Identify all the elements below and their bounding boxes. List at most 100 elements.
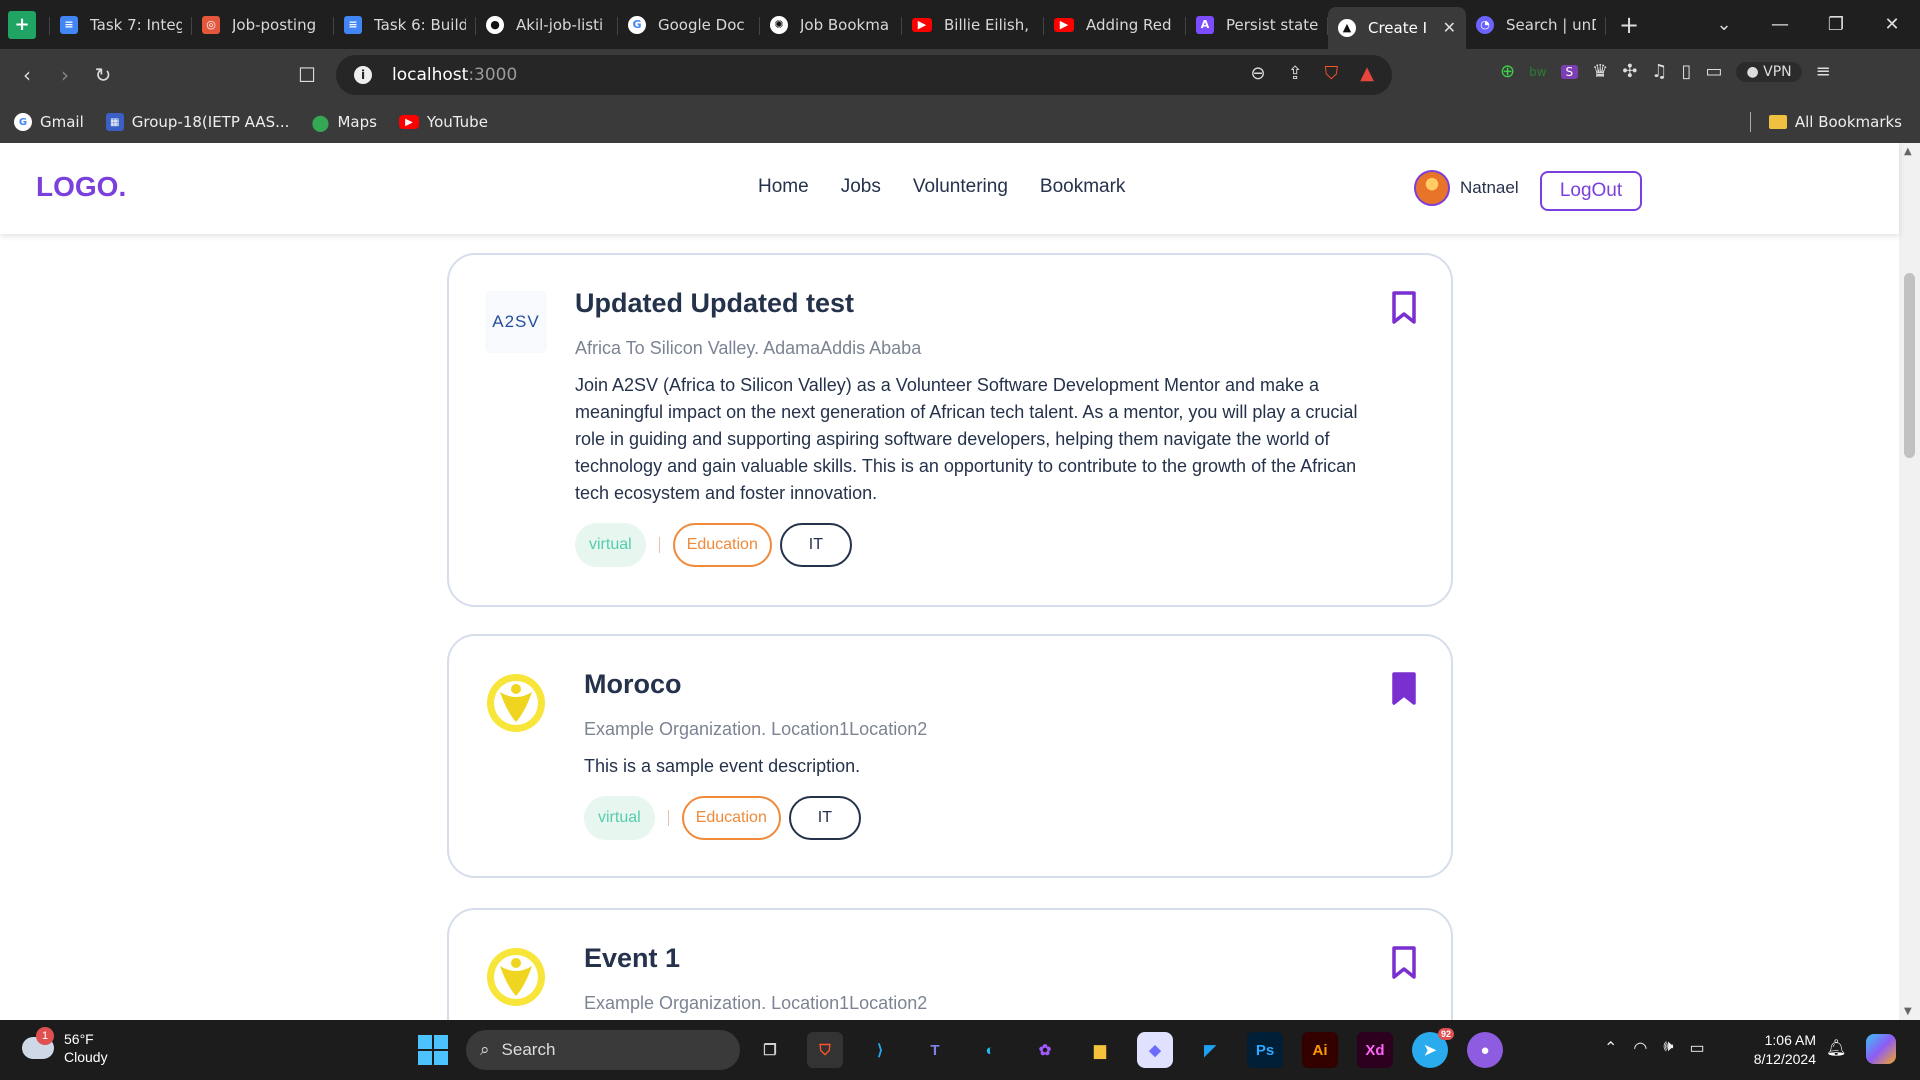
extension-s-icon[interactable]: S — [1560, 64, 1579, 79]
taskbar-search[interactable]: ⌕ Search — [466, 1030, 740, 1070]
vscode-icon[interactable]: ⟩ — [862, 1032, 898, 1068]
opportunity-card[interactable]: Moroco Example Organization. Location1Lo… — [447, 634, 1453, 878]
bookmark-maps[interactable]: ⬤ Maps — [311, 113, 376, 132]
tab-task6[interactable]: ≡ Task 6: Build — [334, 7, 476, 43]
wallet-icon[interactable]: ▭ — [1705, 61, 1722, 82]
minimize-button[interactable]: — — [1752, 14, 1808, 35]
tab-title: Create I — [1368, 18, 1428, 37]
tab-adding-redux[interactable]: ▶ Adding Red — [1044, 7, 1186, 43]
tab-akil-job[interactable]: ● Akil-job-listi — [476, 7, 618, 43]
opportunity-card[interactable]: A2SV Updated Updated test Africa To Sili… — [447, 253, 1453, 607]
reload-button[interactable]: ↻ — [84, 63, 122, 87]
youtube-icon: ▶ — [912, 17, 932, 32]
media-icon[interactable]: ♫ — [1651, 61, 1667, 82]
zoom-icon[interactable]: ⊖ — [1250, 63, 1265, 84]
task-view-icon[interactable]: ❐ — [752, 1032, 788, 1068]
card-tags: virtual Education IT — [575, 523, 852, 567]
bookmark-youtube[interactable]: ▶ YouTube — [398, 113, 488, 131]
close-window-button[interactable]: ✕ — [1864, 14, 1920, 35]
site-info-icon[interactable]: i — [354, 66, 372, 84]
nav-home[interactable]: Home — [758, 176, 809, 198]
brave-shields-icon[interactable]: ⛉ — [1325, 63, 1339, 84]
card-title[interactable]: Moroco — [584, 669, 682, 700]
youtube-icon: ▶ — [398, 115, 419, 129]
bookmark-group18[interactable]: ▦ Group-18(IETP AAS... — [105, 113, 289, 131]
google-docs-icon: ≡ — [60, 15, 78, 34]
system-tray: ⌃ ◠ 🕪 ▭ — [1604, 1038, 1705, 1058]
extension-add-icon[interactable]: ⊕ — [1500, 61, 1515, 82]
telegram-badge: 92 — [1437, 1028, 1454, 1040]
tab-job-bookmark[interactable]: ✺ Job Bookma — [760, 7, 902, 43]
bookmark-page-icon[interactable]: ☐ — [288, 63, 326, 87]
logout-button[interactable]: LogOut — [1540, 171, 1642, 211]
url-port: :3000 — [468, 65, 518, 85]
share-icon[interactable]: ⇪ — [1288, 63, 1303, 84]
teams-icon[interactable]: T — [917, 1032, 953, 1068]
brave-rewards-icon[interactable]: ▲ — [1360, 63, 1374, 84]
close-tab-icon[interactable]: ✕ — [1433, 18, 1456, 37]
edge-icon[interactable]: ◐ — [972, 1032, 1008, 1068]
extension-bw-icon[interactable]: bw — [1529, 65, 1546, 79]
address-bar[interactable]: i localhost:3000 ⊖ ⇪ ⛉ ▲ — [336, 55, 1392, 95]
tab-task7[interactable]: ≡ Task 7: Integ — [50, 7, 192, 43]
menu-icon[interactable]: ≡ — [1816, 61, 1831, 82]
tab-title: Akil-job-listi — [516, 15, 604, 34]
bookmark-outline-icon[interactable] — [1391, 291, 1417, 325]
bookmark-filled-icon[interactable] — [1391, 672, 1417, 706]
file-explorer-icon[interactable]: ▆ — [1082, 1032, 1118, 1068]
user-profile[interactable]: Natnael — [1414, 170, 1519, 206]
opportunity-card[interactable]: Event 1 Example Organization. Location1L… — [447, 908, 1453, 1020]
tab-job-posting[interactable]: ◎ Job-posting — [192, 7, 334, 43]
weather-widget[interactable]: 1 56°F Cloudy — [22, 1027, 108, 1066]
all-bookmarks-button[interactable]: All Bookmarks — [1749, 112, 1902, 132]
card-title[interactable]: Event 1 — [584, 943, 680, 974]
scroll-down-arrow-icon[interactable]: ▼ — [1904, 1006, 1912, 1017]
tab-google-doc[interactable]: G Google Doc — [618, 7, 760, 43]
scrollbar-thumb[interactable] — [1904, 273, 1915, 458]
google-icon: G — [628, 15, 646, 34]
tab-persist-state[interactable]: A Persist state — [1186, 7, 1328, 43]
illustrator-icon[interactable]: Ai — [1302, 1032, 1338, 1068]
wifi-icon[interactable]: ◠ — [1633, 1038, 1647, 1058]
forward-button[interactable]: › — [46, 63, 84, 87]
vpn-button[interactable]: ● VPN — [1736, 61, 1802, 82]
chevron-up-icon[interactable]: ⌃ — [1604, 1038, 1617, 1058]
nav-bookmark[interactable]: Bookmark — [1040, 176, 1126, 198]
tab-group-sheets-button[interactable]: + — [0, 7, 50, 43]
bookmark-gmail[interactable]: G Gmail — [14, 113, 84, 131]
system-clock[interactable]: 1:06 AM 8/12/2024 — [1744, 1031, 1816, 1069]
restore-button[interactable]: ❐ — [1808, 14, 1864, 35]
photoshop-icon[interactable]: Ps — [1247, 1032, 1283, 1068]
tag-virtual: virtual — [584, 796, 655, 840]
start-button[interactable] — [418, 1035, 448, 1065]
back-button[interactable]: ‹ — [8, 63, 46, 87]
scroll-up-arrow-icon[interactable]: ▲ — [1904, 146, 1912, 157]
bookmark-outline-icon[interactable] — [1391, 946, 1417, 980]
tab-create-active[interactable]: ▲ Create I ✕ — [1328, 6, 1466, 49]
notion-icon[interactable]: ◆ — [1137, 1032, 1173, 1068]
notification-bell-icon[interactable]: 🔔︎ — [1826, 1038, 1846, 1058]
nav-jobs[interactable]: Jobs — [841, 176, 881, 198]
brave-icon[interactable]: ⛉ — [807, 1032, 843, 1068]
tab-search-undraw[interactable]: ◔ Search | unD — [1466, 7, 1606, 43]
github-desktop-icon[interactable]: ● — [1467, 1032, 1503, 1068]
tab-search-chevron-icon[interactable]: ⌄ — [1696, 14, 1752, 35]
card-title[interactable]: Updated Updated test — [575, 288, 854, 319]
sidebar-icon[interactable]: ▯ — [1682, 61, 1692, 82]
new-tab-button[interactable]: + — [1606, 11, 1652, 39]
tag-divider — [658, 537, 660, 553]
copilot-icon[interactable] — [1866, 1034, 1896, 1064]
battery-icon[interactable]: ▭ — [1689, 1038, 1704, 1058]
figma-icon[interactable]: ✿ — [1027, 1032, 1063, 1068]
framer-icon[interactable]: ◤ — [1192, 1032, 1228, 1068]
extensions-puzzle-icon[interactable]: ✣ — [1622, 61, 1637, 82]
extension-crown-icon[interactable]: ♛ — [1592, 61, 1608, 82]
card-tags: virtual Education IT — [584, 796, 861, 840]
page-scrollbar[interactable]: ▲ ▼ — [1899, 143, 1920, 1020]
tab-billie-eilish[interactable]: ▶ Billie Eilish, I — [902, 7, 1044, 43]
telegram-icon[interactable]: ➤ 92 — [1412, 1028, 1454, 1068]
site-logo[interactable]: LOGO. — [36, 171, 126, 203]
volume-icon[interactable]: 🕪 — [1663, 1038, 1673, 1058]
nav-volunteering[interactable]: Voluntering — [913, 176, 1008, 198]
xd-icon[interactable]: Xd — [1357, 1032, 1393, 1068]
